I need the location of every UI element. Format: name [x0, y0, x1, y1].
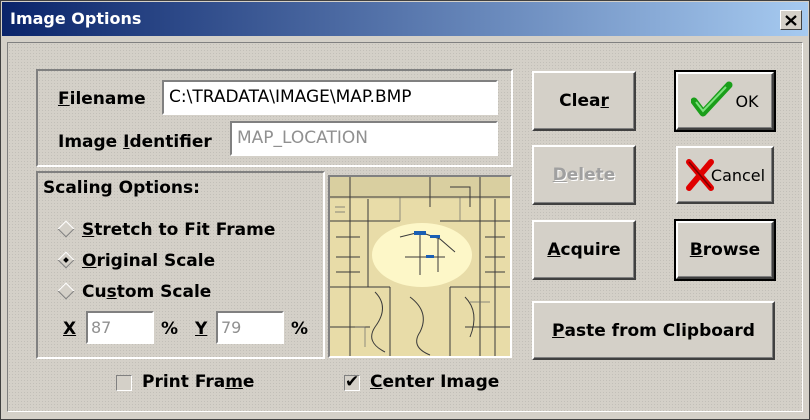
image-identifier-input[interactable]: MAP_LOCATION — [230, 121, 498, 156]
x-percent-label: % — [161, 319, 179, 339]
y-percent-label: % — [291, 319, 309, 339]
filename-label: Filename — [58, 89, 146, 109]
filename-input[interactable]: C:\TRADATA\IMAGE\MAP.BMP — [162, 80, 498, 115]
y-scale-label: Y — [195, 319, 208, 339]
center-image-label[interactable]: Center Image — [370, 372, 499, 392]
paste-from-clipboard-button[interactable]: Paste from Clipboard — [532, 301, 775, 360]
image-identifier-label: Image Identifier — [58, 132, 212, 152]
x-scale-label: X — [63, 319, 77, 339]
cancel-button[interactable]: Cancel — [676, 146, 774, 204]
checkmark-icon — [691, 81, 733, 117]
clear-button[interactable]: Clea r — [532, 71, 636, 131]
original-scale-label[interactable]: Original Scale — [82, 251, 215, 271]
ok-button[interactable]: OK — [674, 70, 776, 132]
dialog-body: Filename C:\TRADATA\IMAGE\MAP.BMP Image … — [7, 42, 803, 412]
window-title: Image Options — [10, 9, 142, 28]
delete-button[interactable]: Delete — [532, 145, 636, 205]
print-frame-label[interactable]: Print Frame — [142, 372, 254, 392]
y-scale-input[interactable]: 79 — [216, 311, 284, 344]
acquire-button[interactable]: Acquire — [532, 220, 636, 280]
browse-button[interactable]: Browse — [674, 219, 776, 281]
center-image-checkbox[interactable]: ✔ — [344, 372, 360, 392]
close-icon — [785, 14, 797, 26]
scaling-options-title: Scaling Options: — [43, 178, 200, 198]
title-bar[interactable]: Image Options — [2, 2, 808, 36]
x-scale-input[interactable]: 87 — [86, 311, 154, 344]
stretch-label[interactable]: Stretch to Fit Frame — [82, 220, 275, 240]
close-button[interactable] — [780, 10, 802, 30]
image-options-dialog: Image Options Filename C:\TRADATA\IMAGE\… — [0, 0, 810, 420]
checkmark-icon: ✔ — [345, 372, 360, 392]
map-preview-icon — [330, 177, 510, 356]
print-frame-checkbox[interactable] — [116, 375, 132, 391]
custom-scale-label[interactable]: Custom Scale — [82, 282, 211, 302]
image-preview — [328, 175, 512, 358]
